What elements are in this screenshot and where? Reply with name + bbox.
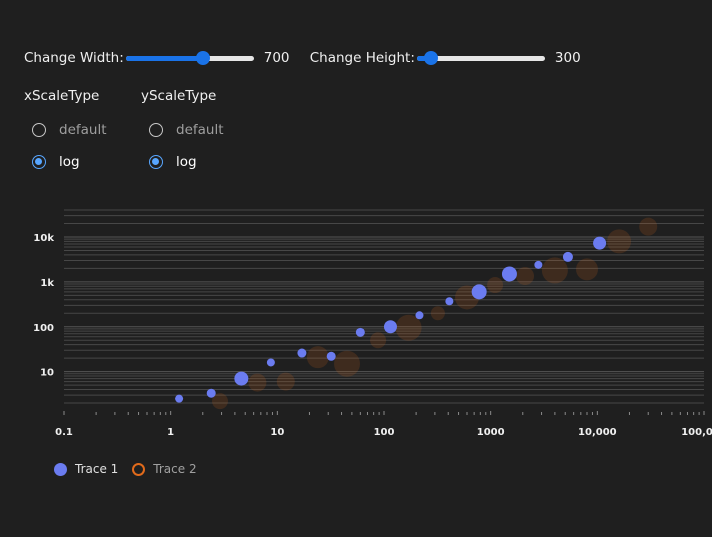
trace-1-point — [445, 297, 454, 306]
x-tick-label: 100,000 — [681, 427, 712, 438]
xscale-option-label: log — [59, 154, 80, 170]
trace-1-point — [415, 311, 424, 320]
trace-2-point — [276, 372, 295, 391]
x-tick-label: 0.1 — [55, 427, 73, 438]
trace-1-swatch — [54, 462, 67, 476]
width-slider[interactable] — [125, 47, 254, 69]
height-value: 300 — [554, 50, 581, 66]
radio-circle[interactable] — [149, 155, 163, 169]
trace-1-points — [175, 236, 607, 403]
yscale-option-log[interactable]: log — [141, 146, 224, 178]
trace-1-point — [266, 358, 275, 367]
trace-1-point — [471, 284, 487, 300]
scatter-chart: 10 100 1k 10k 0.1 1 10 100 1000 10,000 100,000 — [33, 209, 712, 438]
y-axis-ticks: 10 100 1k 10k — [33, 233, 54, 379]
trace-1-point — [326, 351, 336, 361]
x-tick-label: 10,000 — [578, 427, 617, 438]
trace-1-point — [501, 266, 517, 282]
width-slider-thumb[interactable] — [196, 51, 211, 65]
trace-1-point — [297, 348, 307, 358]
height-label: Change Height: — [309, 50, 415, 66]
xscale-option-log[interactable]: log — [24, 146, 107, 178]
trace-1-point — [206, 388, 216, 398]
x-tick-label: 1000 — [477, 427, 505, 438]
trace-2-point — [607, 229, 632, 254]
trace-1-point — [234, 371, 249, 386]
trace-2-swatch — [132, 462, 146, 476]
height-slider-thumb[interactable] — [423, 51, 438, 65]
x-tick-label: 100 — [374, 427, 395, 438]
y-tick-label: 1k — [40, 278, 54, 289]
height-slider[interactable] — [416, 47, 545, 69]
xscale-title: xScaleType — [24, 88, 100, 104]
radio-circle[interactable] — [149, 123, 163, 137]
radio-circle[interactable] — [32, 155, 46, 169]
xscale-option-default[interactable]: default — [24, 114, 107, 146]
xscale-option-label: default — [59, 122, 107, 138]
trace-1-point — [175, 394, 184, 403]
trace-2-point — [575, 258, 598, 281]
y-tick-label: 10 — [40, 368, 54, 379]
trace-2-point — [487, 277, 504, 294]
y-tick-label: 100 — [33, 323, 54, 334]
yscale-option-default[interactable]: default — [141, 114, 224, 146]
trace-1-point — [534, 260, 543, 269]
xscale-group: xScaleType default log — [24, 88, 107, 178]
legend-item-trace-1[interactable]: Trace 1 — [54, 462, 118, 476]
yscale-group: yScaleType default log — [141, 88, 224, 178]
x-axis: 0.1 1 10 100 1000 10,000 100,000 — [55, 411, 712, 438]
width-control: Change Width: 700 Change Height: 300 — [24, 47, 601, 69]
trace-2-point — [541, 257, 568, 284]
legend-item-trace-2[interactable]: Trace 2 — [132, 462, 197, 476]
trace-1-point — [562, 251, 573, 262]
trace-2-point — [516, 267, 535, 286]
trace-2-point — [334, 350, 361, 377]
trace-2-point — [639, 217, 658, 236]
y-tick-label: 10k — [33, 233, 54, 244]
trace-2-point — [370, 332, 387, 349]
width-slider-fill — [125, 56, 204, 61]
width-label: Change Width: — [24, 50, 124, 66]
trace-2-point — [430, 306, 445, 321]
legend: Trace 1 Trace 2 — [54, 462, 211, 476]
legend-label: Trace 2 — [153, 462, 197, 476]
trace-2-point — [306, 346, 329, 369]
width-value: 700 — [263, 50, 290, 66]
trace-2-point — [248, 373, 267, 392]
trace-1-point — [355, 327, 365, 337]
x-tick-label: 1 — [167, 427, 174, 438]
x-tick-label: 10 — [270, 427, 284, 438]
legend-label: Trace 1 — [75, 462, 119, 476]
yscale-title: yScaleType — [141, 88, 217, 104]
yscale-option-label: log — [176, 154, 197, 170]
yscale-option-label: default — [176, 122, 224, 138]
trace-1-point — [383, 320, 397, 334]
radio-circle[interactable] — [32, 123, 46, 137]
trace-1-point — [593, 236, 607, 250]
